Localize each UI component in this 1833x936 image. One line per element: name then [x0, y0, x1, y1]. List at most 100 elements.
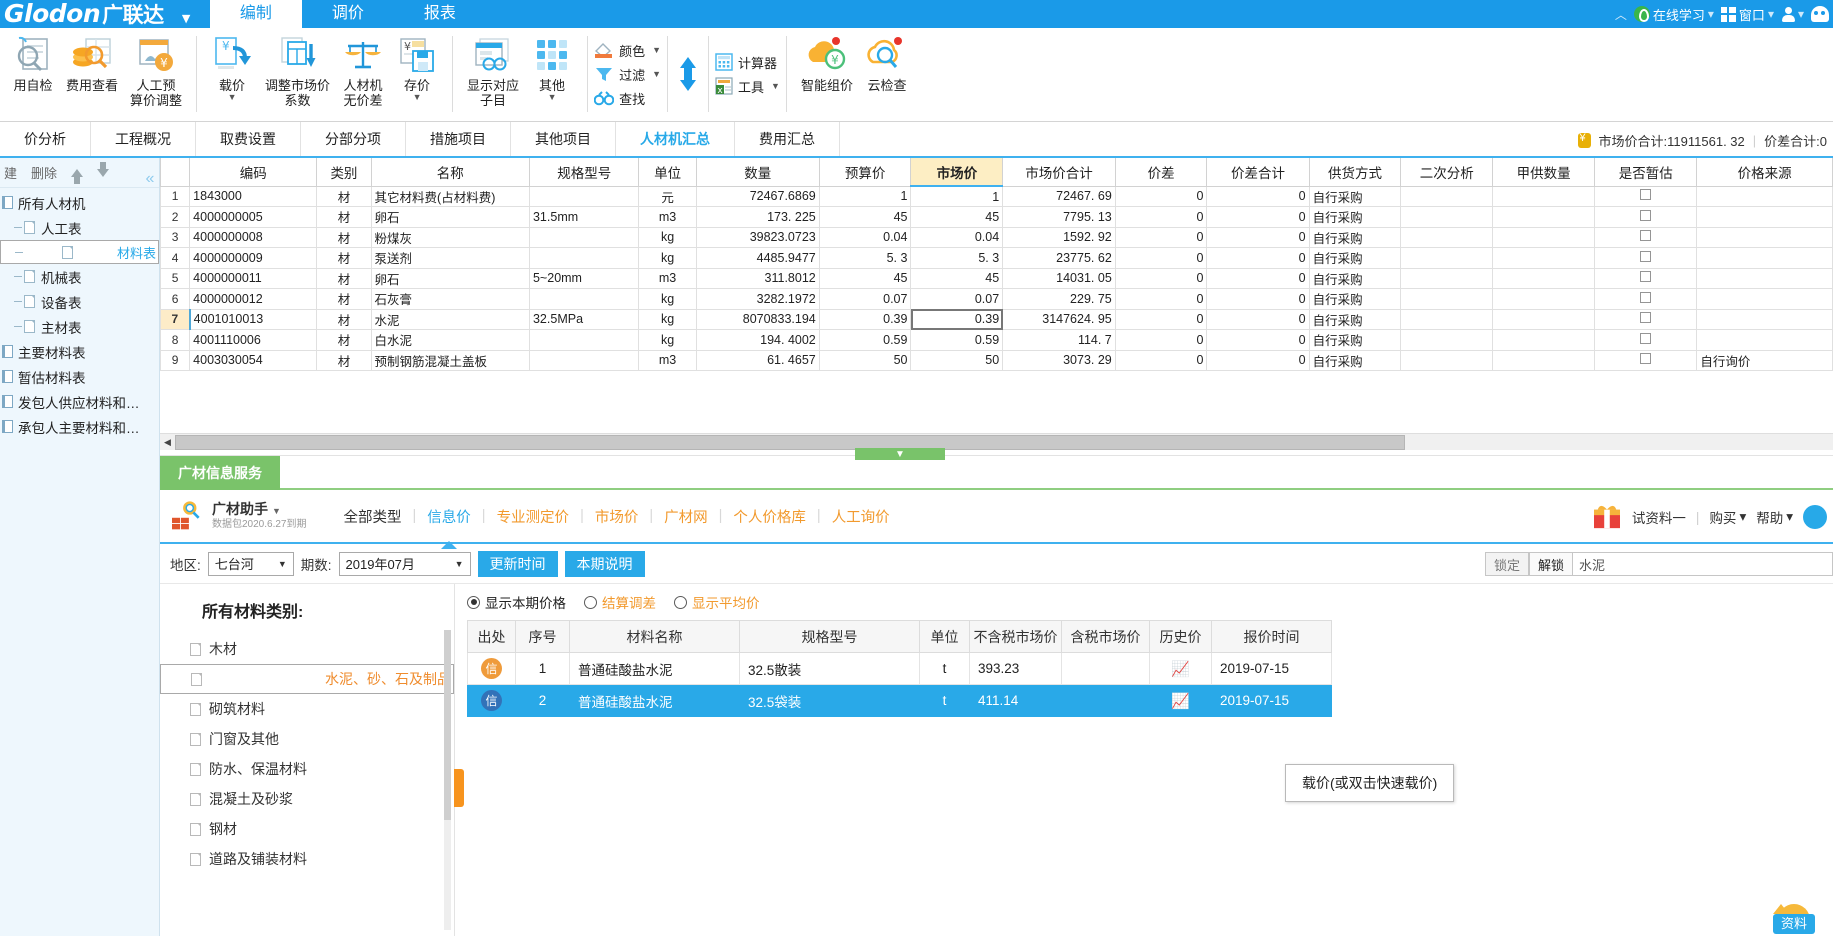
cell-prov[interactable] [1594, 349, 1698, 371]
result-cell-history[interactable]: 📈 [1149, 684, 1212, 717]
radio-option[interactable]: 显示平均价 [674, 592, 760, 612]
cell-jia[interactable] [1492, 349, 1596, 371]
column-header-budget[interactable]: 预算价 [818, 158, 912, 187]
cell-spec[interactable] [528, 247, 640, 269]
cell-unit[interactable]: m3 [638, 267, 697, 289]
column-header-mtotal[interactable]: 市场价合计 [1002, 158, 1116, 187]
tree-item[interactable]: 设备表 [0, 289, 159, 314]
cell-prov[interactable] [1594, 247, 1698, 269]
result-column-header[interactable]: 历史价 [1149, 620, 1212, 653]
tree-item[interactable]: 主要材料表 [0, 339, 159, 364]
tab-fee-settings[interactable]: 取费设置 [196, 122, 301, 156]
cell-cat[interactable]: 材 [316, 288, 372, 310]
no-price-diff-button[interactable]: 人材机 无价差 [336, 31, 390, 108]
column-header-second[interactable]: 二次分析 [1400, 158, 1494, 187]
save-price-button[interactable]: ¥ 存价 ▼ [390, 31, 444, 102]
cell-name[interactable]: 卵石 [370, 206, 530, 228]
cell-cat[interactable]: 材 [316, 226, 372, 248]
cell-qty[interactable]: 3282.1972 [695, 288, 820, 310]
cell-mtotal[interactable]: 3147624. 95 [1002, 308, 1116, 330]
cell-unit[interactable]: kg [638, 226, 697, 248]
cell-rn[interactable]: 8 [160, 329, 191, 351]
cell-code[interactable]: 1843000 [189, 185, 318, 207]
cell-prov[interactable] [1594, 308, 1698, 330]
category-item[interactable]: 防水、保温材料 [160, 754, 454, 784]
cell-dtotal[interactable]: 0 [1206, 226, 1310, 248]
result-cell-no_tax[interactable]: 411.14 [969, 684, 1062, 717]
cell-name[interactable]: 预制钢筋混凝土盖板 [370, 349, 530, 371]
radio-option[interactable]: 显示本期价格 [467, 592, 566, 612]
result-column-header[interactable]: 报价时间 [1211, 620, 1332, 653]
cell-mtotal[interactable]: 7795. 13 [1002, 206, 1116, 228]
category-item[interactable]: 道路及铺装材料 [160, 844, 454, 874]
cell-budget[interactable]: 0.59 [818, 329, 912, 351]
result-cell-no_tax[interactable]: 393.23 [969, 652, 1062, 685]
cell-second[interactable] [1400, 267, 1494, 289]
tab-other-items[interactable]: 其他项目 [511, 122, 616, 156]
cell-name[interactable]: 其它材料费(占材料费) [370, 185, 530, 207]
cell-code[interactable]: 4000000005 [189, 206, 318, 228]
cell-supply[interactable]: 自行采购 [1308, 349, 1402, 371]
cell-spec[interactable]: 32.5MPa [528, 308, 640, 330]
chevron-down-icon[interactable]: ▾ [1708, 7, 1714, 21]
online-study-button[interactable]: 在线学习 ▾ [1633, 5, 1714, 24]
cell-market[interactable]: 5. 3 [910, 247, 1004, 269]
chevron-down-icon[interactable]: ▾ [1786, 509, 1793, 525]
result-cell-spec[interactable]: 32.5散装 [739, 652, 920, 685]
user-button[interactable]: ▾ [1781, 6, 1804, 22]
cell-qty[interactable]: 8070833.194 [695, 308, 820, 330]
column-header-dtotal[interactable]: 价差合计 [1206, 158, 1310, 187]
other-button[interactable]: 其他 ▼ [525, 31, 579, 102]
cell-diff[interactable]: 0 [1114, 226, 1208, 248]
cell-jia[interactable] [1492, 226, 1596, 248]
new-button[interactable]: 建 [4, 163, 17, 182]
cell-dtotal[interactable]: 0 [1206, 288, 1310, 310]
result-cell-no[interactable]: 1 [515, 652, 570, 685]
cell-budget[interactable]: 45 [818, 267, 912, 289]
panel-tab-gcinfo[interactable]: 广材信息服务 [160, 456, 280, 490]
cell-rn[interactable]: 4 [160, 247, 191, 269]
table-row[interactable]: 3 4000000008 材粉煤灰 kg 39823.0723 0.04 0.04 1592.… [160, 226, 1833, 248]
category-item[interactable]: 门窗及其他 [160, 724, 454, 754]
estimate-checkbox[interactable] [1640, 250, 1652, 262]
cell-mtotal[interactable]: 14031. 05 [1002, 267, 1116, 289]
cell-cat[interactable]: 材 [316, 308, 372, 330]
arrow-down-icon[interactable] [680, 71, 696, 91]
category-scrollbar[interactable] [444, 630, 451, 930]
result-cell-date[interactable]: 2019-07-15 [1211, 652, 1332, 685]
result-row[interactable]: 信 1 普通硅酸盐水泥 32.5散装 t 393.23 📈 2019-07-15 [467, 652, 1332, 685]
cell-mtotal[interactable]: 72467. 69 [1002, 185, 1116, 207]
cell-cat[interactable]: 材 [316, 329, 372, 351]
tree-item[interactable]: 所有人材机 [0, 190, 159, 215]
cell-budget[interactable]: 5. 3 [818, 247, 912, 269]
trend-icon[interactable]: 📈 [1171, 693, 1190, 710]
cell-budget[interactable]: 1 [818, 185, 912, 207]
cell-spec[interactable]: 31.5mm [528, 206, 640, 228]
show-subitem-button[interactable]: 显示对应 子目 [461, 31, 525, 108]
cell-source[interactable] [1696, 288, 1833, 310]
chevron-down-icon[interactable]: ▼ [652, 69, 661, 79]
cell-source[interactable] [1696, 308, 1833, 330]
table-row[interactable]: 8 4001110006 材白水泥 kg 194. 4002 0.59 0.59 114. 7… [160, 329, 1833, 351]
cell-source[interactable] [1696, 267, 1833, 289]
cell-name[interactable]: 白水泥 [370, 329, 530, 351]
cell-second[interactable] [1400, 226, 1494, 248]
result-cell-src[interactable]: 信 [467, 652, 516, 685]
scroll-thumb[interactable] [444, 630, 451, 820]
cell-supply[interactable]: 自行采购 [1308, 288, 1402, 310]
logo-dropdown-icon[interactable]: ▼ [182, 12, 190, 25]
cell-unit[interactable]: kg [638, 329, 697, 351]
tools-button[interactable]: x 工具 ▼ [715, 77, 780, 96]
result-cell-unit[interactable]: t [919, 652, 970, 685]
cloud-check-button[interactable]: 云检查 [859, 31, 915, 93]
cell-name[interactable]: 石灰膏 [370, 288, 530, 310]
trial-button[interactable]: 试资料一 [1632, 507, 1686, 527]
column-header-diff[interactable]: 价差 [1114, 158, 1208, 187]
cell-qty[interactable]: 72467.6869 [695, 185, 820, 207]
cell-market[interactable]: 45 [910, 206, 1004, 228]
cell-qty[interactable]: 39823.0723 [695, 226, 820, 248]
promo-badge-icon[interactable]: 资料 [1761, 884, 1827, 934]
cell-spec[interactable] [528, 185, 640, 207]
table-row[interactable]: 7 4001010013 材水泥 32.5MPa kg 8070833.194 0.39 0.… [160, 308, 1833, 330]
tree-item[interactable]: 发包人供应材料和… [0, 389, 159, 414]
